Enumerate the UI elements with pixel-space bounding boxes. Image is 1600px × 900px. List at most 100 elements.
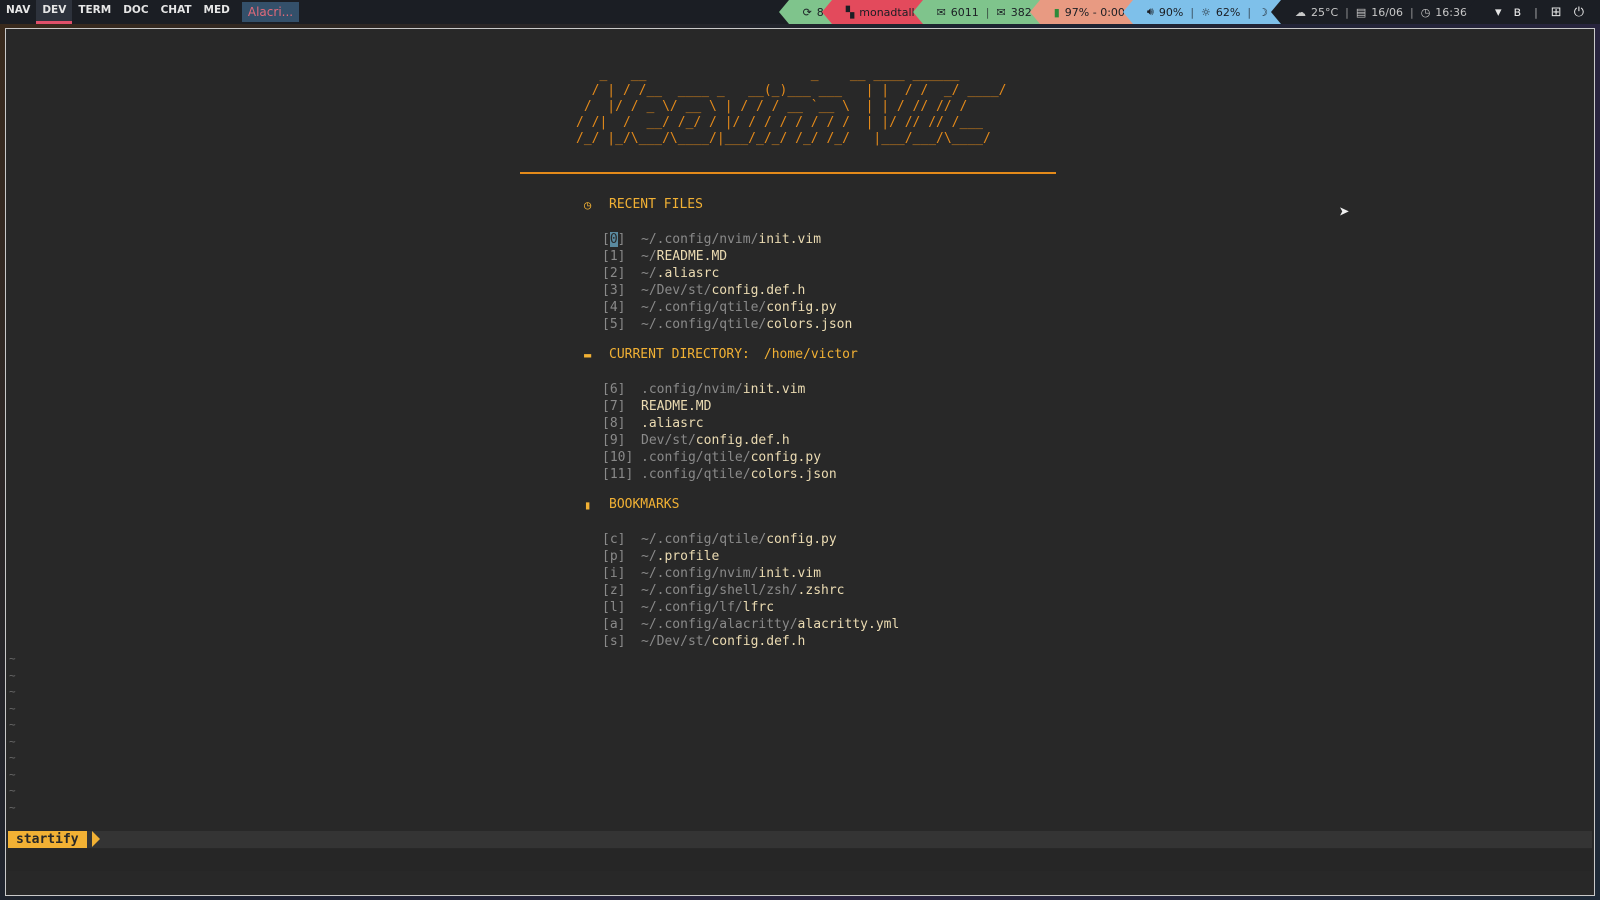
workspace-nav[interactable]: NAV — [0, 0, 36, 24]
directory-file-entry[interactable]: [11] .config/qtile/colors.json — [602, 466, 837, 483]
workspace-chat[interactable]: CHAT — [155, 0, 198, 24]
entry-index: [a] — [602, 617, 626, 632]
wifi-icon[interactable]: ▾ — [1495, 5, 1502, 20]
entry-index: [0] — [602, 232, 626, 247]
entry-index: [5] — [602, 317, 626, 332]
bookmark-entry[interactable]: [c] ~/.config/qtile/config.py — [602, 531, 899, 548]
entry-file: alacritty.yml — [797, 617, 900, 632]
clock-icon: ◷ — [584, 197, 592, 212]
entry-dir: ~/.config/nvim/ — [641, 566, 759, 581]
brightness-level: 62% — [1215, 5, 1241, 19]
entry-index: [10] — [602, 450, 634, 465]
section-label: BOOKMARKS — [609, 497, 680, 512]
entry-dir: ~/.config/nvim/ — [641, 232, 759, 247]
battery-status: 97% - 0:00 — [1064, 5, 1125, 19]
entry-index: [7] — [602, 399, 626, 414]
tilde-marker: ~ — [9, 652, 16, 665]
sun-icon: ☼ — [1201, 5, 1211, 19]
system-widget[interactable]: 🔊︎ 90% | ☼ 62% | ☽ — [1122, 0, 1281, 24]
terminal-window[interactable]: _ __ _ __ ____ ______ / | / /__ ____ _ _… — [5, 28, 1595, 896]
info-widget: ☁ 25°C | ▤ 16/06 | ◷ 16:36 — [1270, 0, 1475, 24]
battery-icon: ▮ — [1053, 5, 1060, 19]
bookmark-entry[interactable]: [s] ~/Dev/st/config.def.h — [602, 633, 899, 650]
entry-index: [p] — [602, 549, 626, 564]
entry-dir: .config/qtile/ — [641, 467, 751, 482]
entry-dir: ~/.config/qtile/ — [641, 317, 767, 332]
mail-icon: ✉ — [936, 5, 946, 19]
tilde-marker: ~ — [9, 718, 16, 731]
bookmarks-list: [c] ~/.config/qtile/config.py [p] ~/.profi… — [602, 531, 899, 650]
entry-index: [8] — [602, 416, 626, 431]
tilde-marker: ~ — [9, 767, 16, 781]
weather-temp: 25°C — [1310, 5, 1339, 19]
mail-widget[interactable]: ✉ 6011 | ✉ 382 — [912, 0, 1040, 24]
battery-widget[interactable]: ▮ 97% - 0:00 — [1029, 0, 1133, 24]
entry-file: config.def.h — [711, 283, 806, 298]
directory-file-entry[interactable]: [10] .config/qtile/config.py — [602, 449, 837, 466]
tilde-marker: ~ — [9, 800, 16, 814]
entry-index: [i] — [602, 566, 626, 581]
directory-file-entry[interactable]: [8] .aliasrc — [602, 415, 837, 432]
entry-index: [6] — [602, 382, 626, 397]
directory-file-entry[interactable]: [6] .config/nvim/init.vim — [602, 381, 837, 398]
entry-file: .aliasrc — [641, 416, 704, 431]
entry-index: [4] — [602, 300, 626, 315]
entry-dir: ~/ — [641, 249, 657, 264]
entry-dir: Dev/st/ — [641, 433, 696, 448]
bookmark-entry[interactable]: [p] ~/.profile — [602, 548, 899, 565]
bookmark-entry[interactable]: [l] ~/.config/lf/lfrc — [602, 599, 899, 616]
status-line: startify — [8, 831, 1592, 848]
recent-file-entry[interactable]: [2] ~/.aliasrc — [602, 265, 852, 282]
entry-index: [1] — [602, 249, 626, 264]
bookmark-entry[interactable]: [a] ~/.config/alacritty/alacritty.yml — [602, 616, 899, 633]
tilde-marker: ~ — [9, 751, 16, 764]
entry-index: [c] — [602, 532, 626, 547]
entry-dir: ~/ — [641, 266, 657, 281]
workspace-term[interactable]: TERM — [72, 0, 117, 24]
refresh-icon: ⟳ — [802, 5, 812, 19]
section-recent-files: ◷ RECENT FILES — [584, 197, 703, 212]
entry-dir: ~/.config/shell/zsh/ — [641, 583, 798, 598]
plus-icon[interactable]: ⊞ — [1551, 5, 1562, 20]
tilde-marker: ~ — [9, 784, 16, 797]
mail-icon: ✉ — [996, 5, 1006, 19]
bluetooth-icon[interactable]: ʙ — [1514, 5, 1522, 20]
entry-file: colors.json — [750, 467, 837, 482]
command-line[interactable] — [8, 849, 1592, 871]
separator: | — [1247, 5, 1252, 19]
power-icon[interactable]: ⏻ — [1574, 5, 1584, 20]
mail-count-a: 6011 — [950, 5, 979, 19]
recent-file-entry[interactable]: [0] ~/.config/nvim/init.vim — [602, 231, 852, 248]
moon-icon[interactable]: ☽ — [1258, 6, 1268, 19]
entry-dir: ~/.config/lf/ — [641, 600, 743, 615]
clock-icon: ◷ — [1420, 5, 1431, 19]
entry-file: lfrc — [742, 600, 775, 615]
current-directory-path: /home/victor — [763, 347, 858, 362]
layout-widget[interactable]: ▚ monadtall — [821, 0, 923, 24]
bookmark-entry[interactable]: [i] ~/.config/nvim/init.vim — [602, 565, 899, 582]
section-label: RECENT FILES — [609, 197, 703, 212]
entry-index: [3] — [602, 283, 626, 298]
recent-file-entry[interactable]: [5] ~/.config/qtile/colors.json — [602, 316, 852, 333]
workspace-med[interactable]: MED — [198, 0, 236, 24]
recent-file-entry[interactable]: [3] ~/Dev/st/config.def.h — [602, 282, 852, 299]
entry-dir: ~/.config/qtile/ — [641, 532, 767, 547]
mode-indicator: startify — [8, 831, 87, 848]
bookmark-icon: ▮ — [584, 497, 592, 512]
workspace-doc[interactable]: DOC — [117, 0, 154, 24]
mail-count-b: 382 — [1010, 5, 1032, 19]
entry-file: config.py — [766, 532, 837, 547]
recent-file-entry[interactable]: [1] ~/README.MD — [602, 248, 852, 265]
entry-file: config.py — [766, 300, 837, 315]
volume-level: 90% — [1158, 5, 1184, 19]
entry-dir: ~/ — [641, 549, 657, 564]
workspace-dev[interactable]: DEV — [36, 0, 73, 24]
directory-file-entry[interactable]: [9] Dev/st/config.def.h — [602, 432, 837, 449]
current-directory-list: [6] .config/nvim/init.vim [7] README.MD [8… — [602, 381, 837, 483]
window-title[interactable]: Alacri... — [241, 2, 300, 22]
tilde-marker: ~ — [9, 668, 16, 682]
bookmark-entry[interactable]: [z] ~/.config/shell/zsh/.zshrc — [602, 582, 899, 599]
recent-file-entry[interactable]: [4] ~/.config/qtile/config.py — [602, 299, 852, 316]
entry-index: [2] — [602, 266, 626, 281]
directory-file-entry[interactable]: [7] README.MD — [602, 398, 837, 415]
